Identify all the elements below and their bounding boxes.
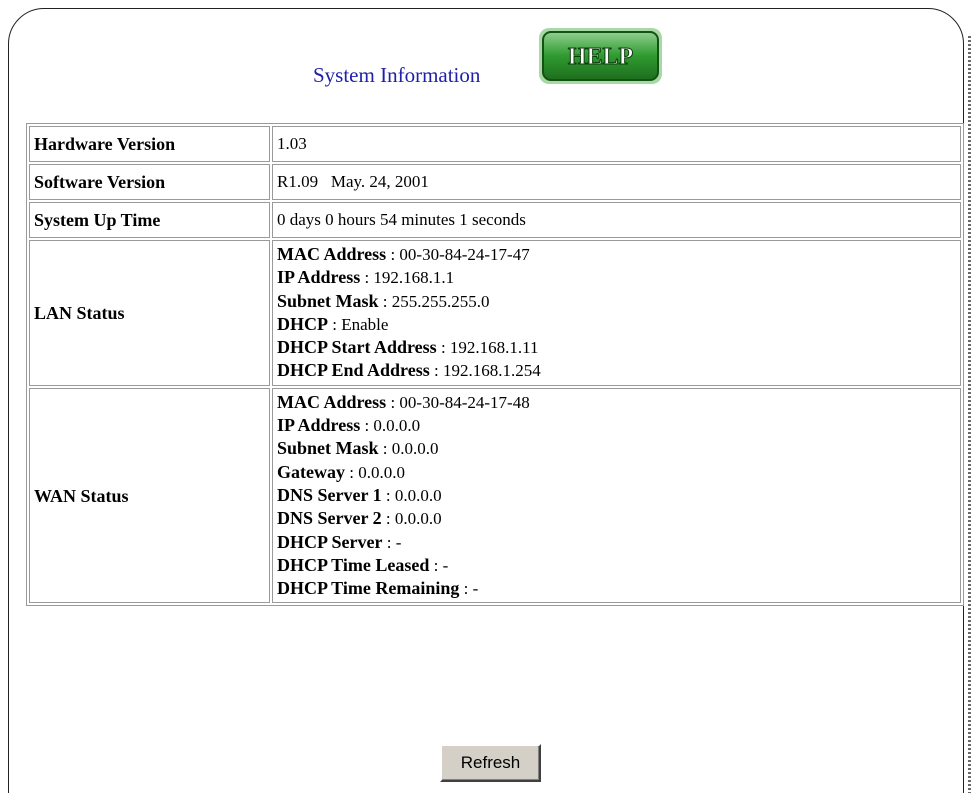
software-version-label: Software Version [29, 164, 270, 200]
wan-item: IP Address : 0.0.0.0 [277, 414, 957, 437]
wan-item-key: DNS Server 2 [277, 508, 382, 529]
lan-item-key: IP Address [277, 267, 361, 288]
lan-item: Subnet Mask : 255.255.255.0 [277, 290, 957, 313]
table-row: WAN Status MAC Address : 00-30-84-24-17-… [29, 387, 961, 604]
wan-item-value: : 0.0.0.0 [360, 416, 421, 436]
table-row: System Up Time 0 days 0 hours 54 minutes… [29, 202, 961, 238]
wan-item-key: IP Address [277, 415, 361, 436]
wan-item-key: Gateway [277, 461, 345, 482]
wan-item: Gateway : 0.0.0.0 [277, 461, 957, 484]
lan-item-key: DHCP Start Address [277, 337, 437, 358]
wan-status-label: WAN Status [29, 387, 270, 604]
lan-item-value: : 255.255.255.0 [378, 291, 490, 311]
wan-item-value: : 0.0.0.0 [378, 439, 439, 459]
table-row: Hardware Version 1.03 [29, 126, 961, 162]
wan-item: DHCP Time Remaining : - [277, 577, 957, 600]
lan-item-value: : 192.168.1.254 [429, 361, 541, 381]
wan-item: Subnet Mask : 0.0.0.0 [277, 437, 957, 460]
lan-item-value: : 192.168.1.1 [360, 268, 455, 288]
wan-item: DNS Server 1 : 0.0.0.0 [277, 484, 957, 507]
lan-item-key: Subnet Mask [277, 290, 379, 311]
software-version-value: R1.09 May. 24, 2001 [272, 164, 961, 200]
wan-item-key: DHCP Server [277, 531, 383, 552]
wan-item-value: : 0.0.0.0 [381, 485, 442, 505]
lan-item: DHCP End Address : 192.168.1.254 [277, 359, 957, 382]
lan-status-values: MAC Address : 00-30-84-24-17-47 IP Addre… [272, 240, 961, 386]
wan-item-key: DHCP Time Leased [277, 554, 430, 575]
frame-shadow [968, 36, 971, 793]
wan-item-key: Subnet Mask [277, 438, 379, 459]
lan-item-value: : 00-30-84-24-17-47 [386, 245, 530, 264]
lan-item-value: : Enable [328, 314, 389, 334]
wan-item-value: : - [382, 532, 402, 552]
wan-item: DHCP Time Leased : - [277, 554, 957, 577]
lan-item: MAC Address : 00-30-84-24-17-47 [277, 243, 957, 266]
lan-item-key: DHCP End Address [277, 360, 430, 381]
table-row: Software Version R1.09 May. 24, 2001 [29, 164, 961, 200]
hardware-version-label: Hardware Version [29, 126, 270, 162]
system-up-time-value: 0 days 0 hours 54 minutes 1 seconds [272, 202, 961, 238]
page-title: System Information [313, 63, 481, 87]
wan-item: MAC Address : 00-30-84-24-17-48 [277, 391, 957, 414]
wan-status-values: MAC Address : 00-30-84-24-17-48 IP Addre… [272, 387, 961, 604]
wan-item-value: : - [459, 579, 479, 599]
wan-item-value: : - [429, 555, 449, 575]
lan-status-label: LAN Status [29, 240, 270, 386]
lan-item-value: : 192.168.1.11 [436, 338, 539, 358]
wan-item-value: : 0.0.0.0 [344, 462, 405, 482]
wan-item: DHCP Server : - [277, 531, 957, 554]
lan-item-key: MAC Address [277, 244, 387, 264]
wan-item: DNS Server 2 : 0.0.0.0 [277, 507, 957, 530]
wan-item-value: : 00-30-84-24-17-48 [386, 392, 530, 412]
wan-item-key: DNS Server 1 [277, 484, 382, 505]
lan-item: DHCP Start Address : 192.168.1.11 [277, 336, 957, 359]
page-header: System Information HELP [0, 24, 977, 94]
system-info-table: Hardware Version 1.03 Software Version R… [26, 123, 964, 607]
lan-item-key: DHCP [277, 313, 328, 334]
table-row: LAN Status MAC Address : 00-30-84-24-17-… [29, 240, 961, 386]
help-button-label: HELP [568, 44, 633, 70]
hardware-version-value: 1.03 [272, 126, 961, 162]
help-button[interactable]: HELP [537, 26, 664, 86]
refresh-button[interactable]: Refresh [440, 744, 541, 782]
wan-item-key: MAC Address [277, 391, 387, 412]
lan-item: IP Address : 192.168.1.1 [277, 266, 957, 289]
lan-item: DHCP : Enable [277, 313, 957, 336]
wan-item-value: : 0.0.0.0 [381, 509, 442, 529]
wan-item-key: DHCP Time Remaining [277, 578, 460, 599]
system-up-time-label: System Up Time [29, 202, 270, 238]
